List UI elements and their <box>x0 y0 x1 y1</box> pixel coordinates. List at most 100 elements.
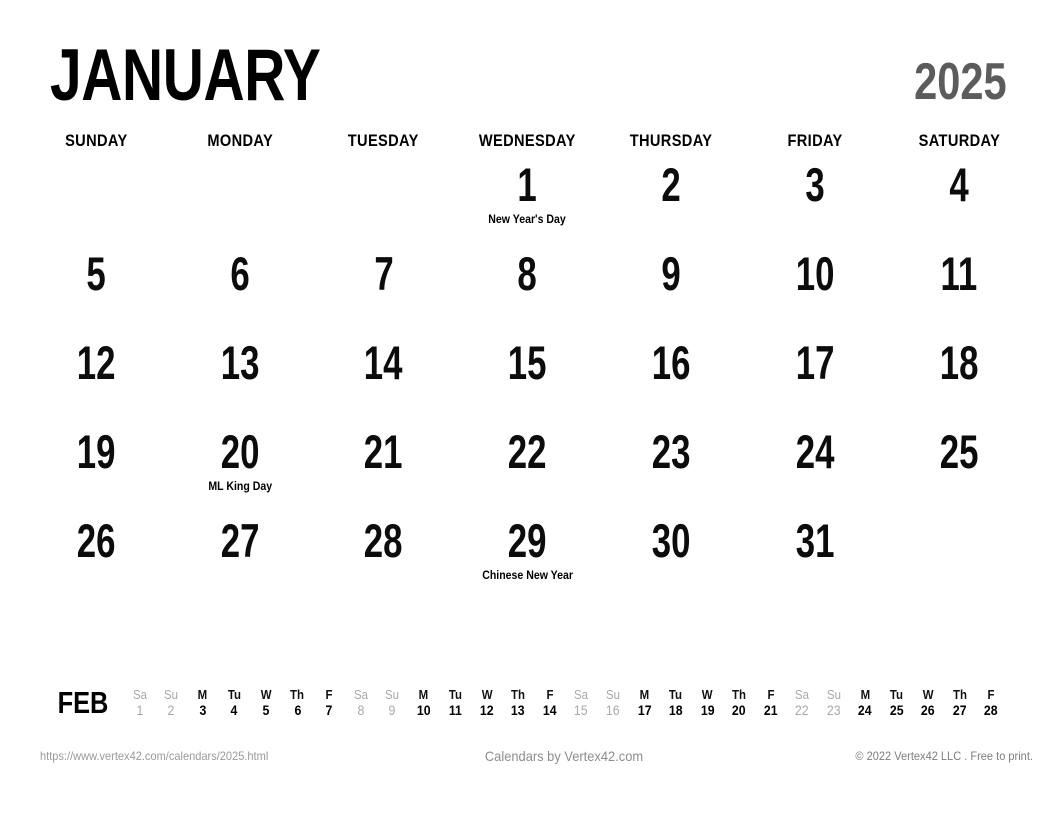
day-number: 27 <box>168 515 312 567</box>
next-month-dow-text: F <box>546 687 554 702</box>
day-cell[interactable]: 21 <box>312 426 456 515</box>
next-month-dow-text: W <box>702 687 713 702</box>
day-cell[interactable]: 15 <box>456 337 600 426</box>
next-month-day: Su 16 <box>597 687 629 719</box>
next-month-dow-text: Tu <box>890 687 904 702</box>
next-month-date-text: 27 <box>952 702 967 718</box>
day-cell[interactable]: 31 <box>743 515 887 604</box>
next-month-dow-text: M <box>198 687 208 702</box>
next-month-date: 27 <box>944 702 976 719</box>
next-month-date-text: 14 <box>542 702 557 718</box>
day-number: 1 <box>456 159 600 211</box>
day-number-text: 31 <box>795 514 835 567</box>
next-month-dow: M <box>629 687 661 702</box>
next-month-date-text: 23 <box>826 702 841 718</box>
day-cell[interactable]: 7 <box>312 248 456 337</box>
next-month-dow-text: M <box>860 687 870 702</box>
day-number-text: 8 <box>517 247 538 300</box>
next-month-date: 10 <box>408 702 440 719</box>
next-month-date: 14 <box>534 702 566 719</box>
day-cell[interactable]: 6 <box>168 248 312 337</box>
day-cell[interactable]: 27 <box>168 515 312 604</box>
footer-copyright: © 2022 Vertex42 LLC . Free to print. <box>855 749 1033 763</box>
day-cell[interactable]: 26 <box>24 515 168 604</box>
weekday-header-saturday: SATURDAY <box>887 131 1031 151</box>
next-month-date-text: 28 <box>984 702 999 718</box>
next-month-date-text: 25 <box>889 702 904 718</box>
day-cell[interactable]: 23 <box>599 426 743 515</box>
day-cell[interactable]: 19 <box>24 426 168 515</box>
next-month-day: Sa 1 <box>124 687 156 719</box>
day-number-text: 19 <box>76 425 116 478</box>
day-cell[interactable]: 29 Chinese New Year <box>456 515 600 604</box>
day-cell[interactable]: 24 <box>743 426 887 515</box>
next-month-date: 6 <box>282 702 314 719</box>
next-month-day: W 19 <box>692 687 724 719</box>
next-month-date: 21 <box>755 702 787 719</box>
next-month-dow-text: Th <box>731 687 746 702</box>
day-cell[interactable]: 13 <box>168 337 312 426</box>
next-month-date-text: 15 <box>574 702 589 718</box>
day-number-text: 21 <box>364 425 403 478</box>
next-month-day: Th 13 <box>502 687 534 719</box>
day-cell[interactable]: 12 <box>24 337 168 426</box>
calendar-grid: 1 New Year's Day 2 3 4 5 6 7 8 9 10 11 12 13 14 15 16 17 1… <box>24 159 1031 604</box>
next-month-day: Th 6 <box>282 687 314 719</box>
day-number: 22 <box>456 426 600 478</box>
next-month-date-text: 4 <box>230 702 238 718</box>
day-cell[interactable]: 2 <box>599 159 743 248</box>
footer-url[interactable]: https://www.vertex42.com/calendars/2025.… <box>40 749 268 763</box>
next-month-dow: M <box>187 687 219 702</box>
day-cell[interactable]: 8 <box>456 248 600 337</box>
next-month-dow: Th <box>944 687 976 702</box>
day-cell[interactable]: 3 <box>743 159 887 248</box>
day-number-text: 3 <box>805 158 825 211</box>
day-number: 15 <box>456 337 600 389</box>
day-number-text: 29 <box>508 514 547 567</box>
day-number-text: 12 <box>76 336 116 389</box>
day-cell[interactable]: 20 ML King Day <box>168 426 312 515</box>
next-month-dow: Tu <box>660 687 692 702</box>
next-month-date-text: 6 <box>293 702 301 718</box>
next-month-dow: Su <box>597 687 629 702</box>
day-number: 30 <box>599 515 743 567</box>
day-cell[interactable]: 30 <box>599 515 743 604</box>
weekday-header-label: SUNDAY <box>64 131 128 150</box>
day-number: 17 <box>743 337 887 389</box>
day-number-text: 18 <box>939 336 979 389</box>
next-month-date-text: 20 <box>732 702 746 718</box>
next-month-date: 23 <box>818 702 850 719</box>
next-month-dow: Sa <box>124 687 156 702</box>
day-cell[interactable]: 9 <box>599 248 743 337</box>
next-month-date-text: 12 <box>479 702 494 718</box>
day-cell[interactable]: 11 <box>887 248 1031 337</box>
day-number: 3 <box>743 159 887 211</box>
day-cell[interactable]: 17 <box>743 337 887 426</box>
day-cell[interactable]: 22 <box>456 426 600 515</box>
day-number: 7 <box>312 248 456 300</box>
day-cell[interactable]: 25 <box>887 426 1031 515</box>
next-month-dow: M <box>408 687 440 702</box>
next-month-dow-text: Su <box>826 687 841 702</box>
day-number-text: 30 <box>651 514 691 567</box>
day-event-label: Chinese New Year <box>456 568 600 582</box>
next-month-day: F7 <box>313 687 345 719</box>
next-month-day: Sa 8 <box>345 687 377 719</box>
next-month-date: 7 <box>313 702 345 719</box>
day-cell[interactable]: 14 <box>312 337 456 426</box>
next-month-day: Tu 11 <box>439 687 471 719</box>
day-number-text: 11 <box>940 247 978 300</box>
next-month-label: FEB <box>57 685 109 720</box>
day-cell[interactable]: 1 New Year's Day <box>456 159 600 248</box>
next-month-dow-text: Sa <box>574 687 589 702</box>
day-cell[interactable]: 4 <box>887 159 1031 248</box>
day-cell[interactable]: 10 <box>743 248 887 337</box>
next-month-dow: F <box>755 687 787 702</box>
day-cell[interactable]: 16 <box>599 337 743 426</box>
day-cell[interactable]: 28 <box>312 515 456 604</box>
day-cell[interactable]: 18 <box>887 337 1031 426</box>
day-number-text: 28 <box>364 514 403 567</box>
next-month-dow: Sa <box>786 687 818 702</box>
next-month-date: 11 <box>439 702 471 719</box>
day-cell[interactable]: 5 <box>24 248 168 337</box>
